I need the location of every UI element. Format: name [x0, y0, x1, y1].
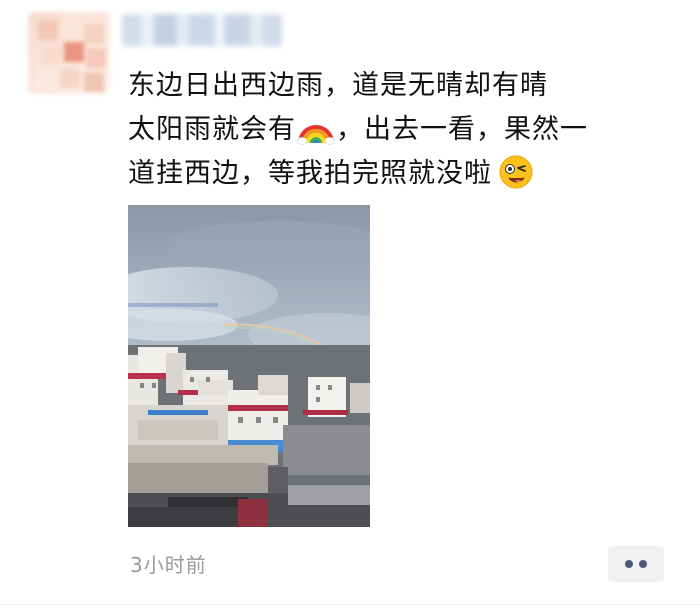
author-name-blurred[interactable] — [122, 14, 282, 46]
post-text-line-2-end: ，出去一看，果然一 — [336, 114, 588, 145]
more-dots-icon-dot — [639, 560, 647, 568]
post-text-line-2-start: 太阳雨就会有 — [128, 114, 296, 145]
divider — [0, 604, 700, 605]
author-avatar[interactable] — [28, 12, 110, 94]
rainbow-icon — [296, 111, 336, 145]
more-dots-icon — [625, 560, 633, 568]
post-timestamp: 3小时前 — [130, 553, 207, 577]
post-text-line-3-text: 道挂西边，等我拍完照就没啦 — [128, 158, 492, 189]
more-actions-button[interactable] — [608, 546, 664, 582]
post-text-line-3: 道挂西边，等我拍完照就没啦 — [128, 152, 668, 196]
post-text-line-2: 太阳雨就会有 ，出去一看，果然一 — [128, 108, 668, 152]
winking-face-icon — [498, 154, 534, 190]
post-text: 东边日出西边雨，道是无晴却有晴 太阳雨就会有 ，出去一看，果然一 道挂西边，等我… — [128, 64, 668, 196]
post-text-line-1: 东边日出西边雨，道是无晴却有晴 — [128, 70, 548, 101]
post-photo[interactable] — [128, 205, 370, 527]
